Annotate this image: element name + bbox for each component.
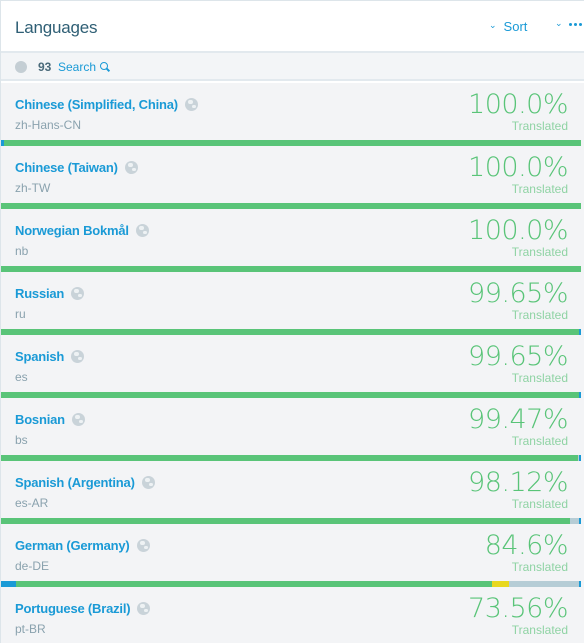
language-name: Chinese (Simplified, China) [15,97,178,112]
language-code: es-AR [15,496,49,510]
translated-percent: 73.56% [468,593,568,624]
languages-toolbar: 93 Search [1,53,584,81]
translated-percent: 99.65% [468,341,568,372]
language-row[interactable]: Norwegian Bokmål nb 100.0% Translated [1,209,584,272]
language-globe-icon [71,287,85,300]
language-globe-icon [135,224,149,237]
language-code: es [15,370,28,384]
language-row[interactable]: Chinese (Simplified, China) zh-Hans-CN 1… [1,83,584,146]
language-globe-icon [124,161,138,174]
language-globe-icon [184,98,198,111]
language-globe-icon [136,539,150,552]
globe-icon [15,61,27,73]
ellipsis-icon [568,23,582,26]
language-globe-icon [141,476,155,489]
chevron-down-icon: ⌄ [489,20,497,30]
translated-percent: 84.6% [484,530,569,561]
language-name: Norwegian Bokmål [15,223,129,238]
language-row[interactable]: Chinese (Taiwan) zh-TW 100.0% Translated [1,146,584,209]
language-name: Chinese (Taiwan) [15,160,118,175]
translated-percent: 99.65% [468,278,568,309]
language-row[interactable]: German (Germany) de-DE 84.6% Translated [1,524,584,587]
language-code: nb [15,244,29,258]
language-name: Spanish [15,349,65,364]
language-count: 93 [38,60,52,74]
translated-label: Translated [511,182,568,196]
translated-percent: 100.0% [468,215,568,246]
language-code: pt-BR [15,622,46,636]
translated-label: Translated [511,119,568,133]
language-name: Bosnian [15,412,65,427]
translated-label: Translated [511,497,568,511]
more-options-button[interactable]: ⌄ [555,18,582,30]
sort-button[interactable]: ⌄ Sort [489,19,527,34]
translated-percent: 99.47% [468,404,568,435]
translated-label: Translated [511,371,568,385]
language-globe-icon [137,602,151,615]
language-name: Russian [15,286,65,301]
language-row[interactable]: Portuguese (Brazil) pt-BR 73.56% Transla… [1,587,584,643]
search-button[interactable]: Search [58,60,110,74]
panel-header: Languages ⌄ Sort ⌄ [1,1,584,53]
languages-panel: Languages ⌄ Sort ⌄ 93 Search Chinese (Si… [0,0,584,643]
language-name: Portuguese (Brazil) [15,601,131,616]
language-row[interactable]: Spanish (Argentina) es-AR 98.12% Transla… [1,461,584,524]
language-row[interactable]: Russian ru 99.65% Translated [1,272,584,335]
sort-label: Sort [503,19,528,34]
language-row[interactable]: Spanish es 99.65% Translated [1,335,584,398]
language-code: bs [15,433,28,447]
language-globe-icon [71,413,85,426]
language-list: Chinese (Simplified, China) zh-Hans-CN 1… [1,83,584,643]
language-code: de-DE [15,559,50,573]
translated-label: Translated [511,434,568,448]
language-row[interactable]: Bosnian bs 99.47% Translated [1,398,584,461]
search-icon [100,62,110,72]
chevron-down-icon: ⌄ [555,18,563,28]
search-label: Search [58,60,97,74]
language-globe-icon [71,350,85,363]
translated-label: Translated [511,560,568,574]
translated-label: Translated [511,308,568,322]
language-code: zh-TW [15,181,51,195]
language-code: zh-Hans-CN [15,118,82,132]
language-name: Spanish (Argentina) [15,475,135,490]
page-title: Languages [15,18,98,37]
language-code: ru [15,307,26,321]
language-name: German (Germany) [15,538,130,553]
translated-label: Translated [511,245,568,259]
translated-percent: 100.0% [468,89,568,120]
translated-label: Translated [511,623,568,637]
translated-percent: 98.12% [468,467,568,498]
translated-percent: 100.0% [468,152,568,183]
